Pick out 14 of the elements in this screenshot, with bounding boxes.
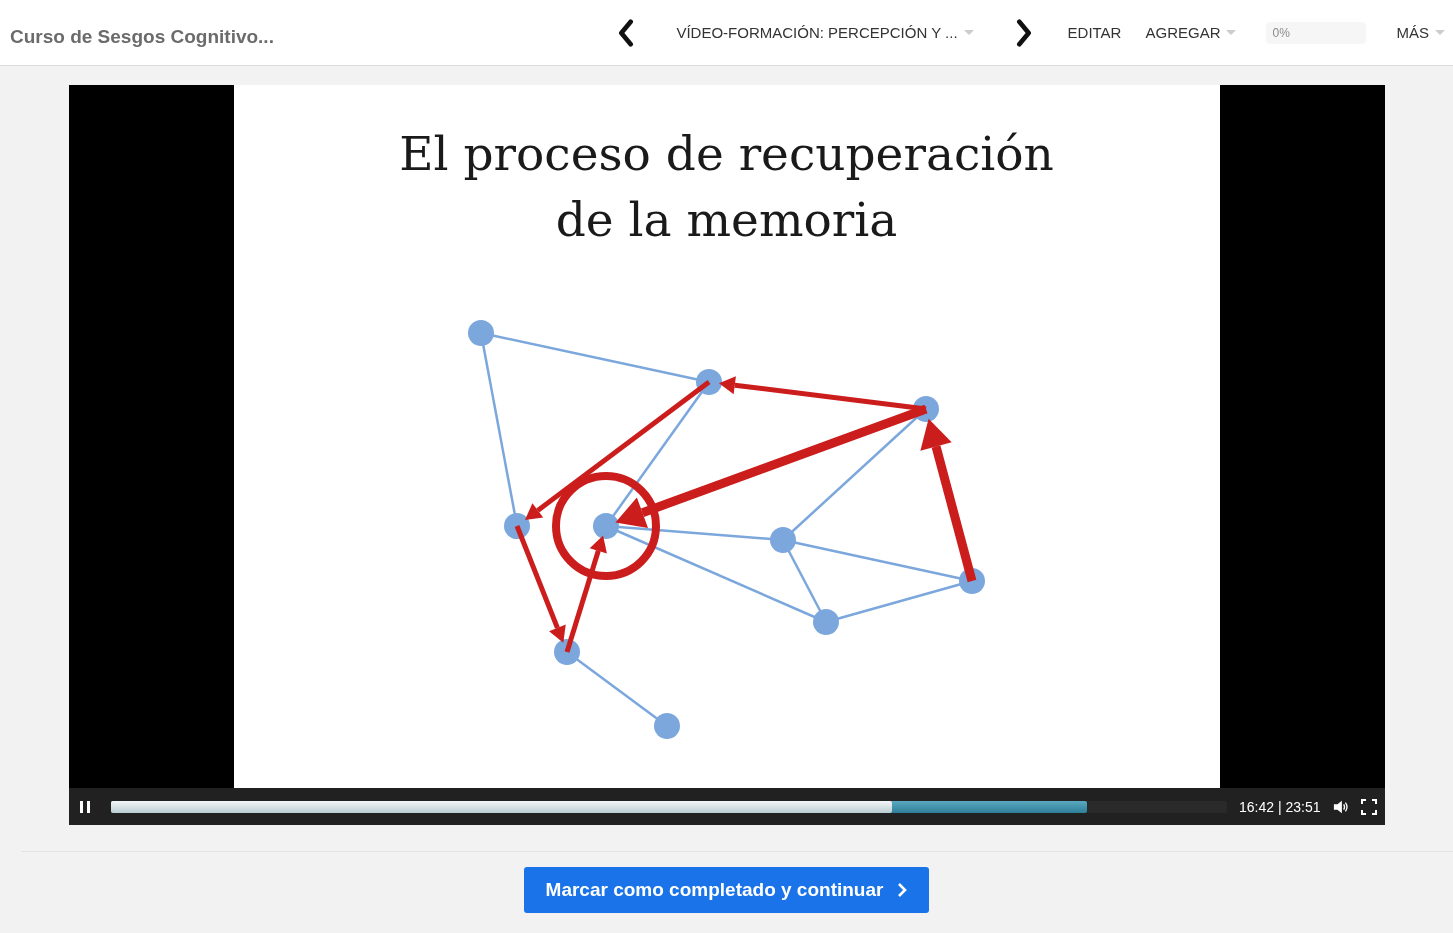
fullscreen-icon[interactable] (1360, 798, 1377, 815)
complete-button[interactable]: Marcar como completado y continuar (523, 867, 930, 913)
progress-label: 0% (1271, 25, 1290, 40)
menu-item[interactable]: AGREGAR (1145, 24, 1237, 41)
slide-title: El proceso de recuperación (399, 125, 1054, 183)
more-menu[interactable]: MÁS (1396, 24, 1445, 41)
slide-title: de la memoria (554, 191, 899, 249)
seek-bar[interactable] (110, 800, 1227, 813)
menu-item[interactable]: EDITAR (1067, 24, 1122, 41)
speaker-icon[interactable] (1332, 798, 1349, 815)
course-title[interactable]: Curso de Sesgos Cognitivo... (10, 25, 274, 48)
chevron-icon (897, 882, 908, 898)
lesson-dropdown[interactable]: VÍDEO-FORMACIÓN: PERCEPCIÓN Y ... (676, 24, 974, 41)
video-time: 16:42 | 23:51 (1239, 798, 1321, 815)
